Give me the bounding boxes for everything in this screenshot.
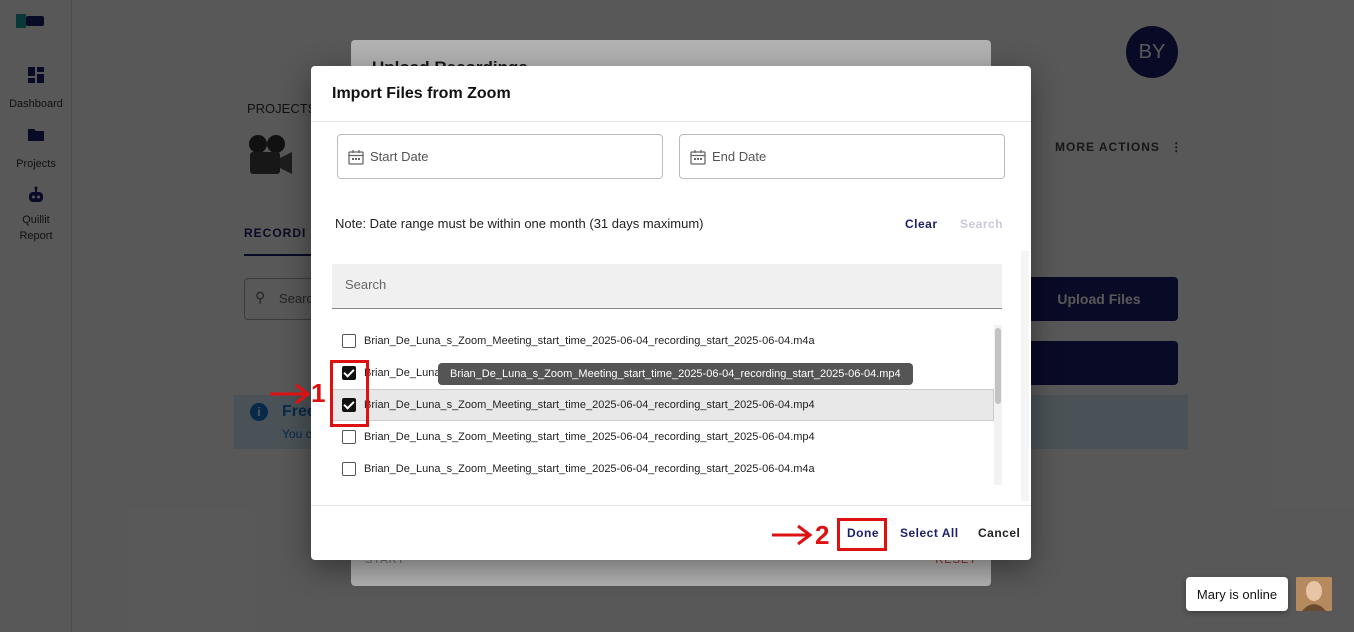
- file-row[interactable]: Brian_De_Luna_s_Zoom_Meeting_start_time_…: [332, 421, 994, 453]
- file-list-scroll-thumb[interactable]: [995, 328, 1001, 404]
- end-date-field[interactable]: End Date: [679, 134, 1005, 179]
- annotation-step1-label: 1: [311, 378, 326, 408]
- agent-photo-icon: [1296, 577, 1332, 611]
- clear-button[interactable]: Clear: [905, 217, 938, 231]
- modal-scrollbar[interactable]: [1021, 251, 1029, 501]
- file-name: Brian_De_Luna_s_Zoom_Meeting_start_time_…: [364, 463, 815, 475]
- start-date-field[interactable]: Start Date: [337, 134, 663, 179]
- import-zoom-modal: Import Files from Zoom Start Date End Da…: [311, 66, 1031, 560]
- calendar-icon: [690, 150, 706, 165]
- chat-status-bubble[interactable]: Mary is online: [1186, 577, 1288, 611]
- file-name-tooltip: Brian_De_Luna_s_Zoom_Meeting_start_time_…: [438, 363, 913, 385]
- file-name: Brian_De_Luna_s_Zoom_Meeting_start_time_…: [364, 335, 815, 347]
- chat-agent-avatar[interactable]: [1296, 577, 1332, 611]
- file-checkbox[interactable]: [342, 462, 356, 476]
- cancel-button[interactable]: Cancel: [978, 526, 1020, 540]
- file-checkbox[interactable]: [342, 430, 356, 444]
- annotation-step2-label: 2: [815, 520, 830, 550]
- annotation-box-step2: [837, 518, 887, 551]
- divider: [311, 121, 1031, 122]
- annotation-box-step1: [330, 360, 369, 427]
- file-row[interactable]: Brian_De_Luna_s_Zoom_Meeting_start_time_…: [332, 453, 994, 485]
- search-button[interactable]: Search: [960, 217, 1003, 231]
- select-all-button[interactable]: Select All: [900, 526, 959, 540]
- file-checkbox[interactable]: [342, 334, 356, 348]
- modal-title: Import Files from Zoom: [332, 85, 511, 102]
- file-name: Brian_De_Luna_s_Zoom_Meeting_start_time_…: [364, 399, 815, 411]
- end-date-placeholder: End Date: [712, 149, 767, 164]
- divider: [311, 505, 1031, 506]
- calendar-icon: [348, 150, 364, 165]
- search-placeholder: Search: [345, 277, 387, 292]
- arrow-right-icon: [772, 524, 813, 546]
- file-name: Brian_De_Luna: [364, 367, 441, 379]
- file-row[interactable]: Brian_De_Luna_s_Zoom_Meeting_start_time_…: [332, 325, 994, 357]
- arrow-right-icon: [270, 383, 311, 405]
- start-date-placeholder: Start Date: [370, 149, 429, 164]
- file-row[interactable]: Brian_De_Luna_s_Zoom_Meeting_start_time_…: [332, 389, 994, 421]
- date-range-note: Note: Date range must be within one mont…: [335, 216, 704, 231]
- file-list: Brian_De_Luna_s_Zoom_Meeting_start_time_…: [332, 325, 1002, 485]
- file-search-input[interactable]: Search: [332, 264, 1002, 309]
- file-name: Brian_De_Luna_s_Zoom_Meeting_start_time_…: [364, 431, 815, 443]
